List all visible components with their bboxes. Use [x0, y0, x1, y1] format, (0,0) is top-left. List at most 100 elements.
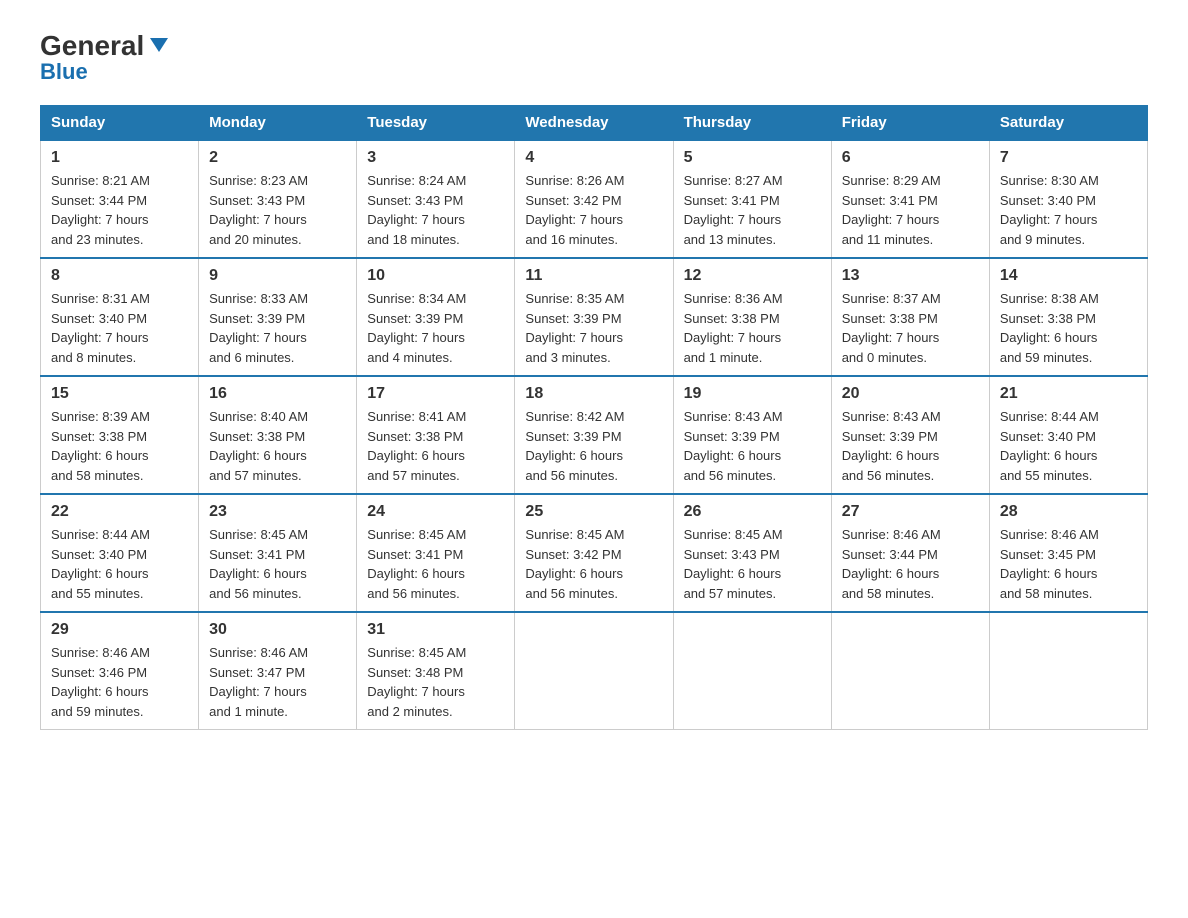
calendar-cell: 25 Sunrise: 8:45 AMSunset: 3:42 PMDayligh… [515, 494, 673, 612]
calendar-cell: 24 Sunrise: 8:45 AMSunset: 3:41 PMDayligh… [357, 494, 515, 612]
day-info: Sunrise: 8:46 AMSunset: 3:45 PMDaylight:… [1000, 525, 1137, 603]
day-info: Sunrise: 8:45 AMSunset: 3:48 PMDaylight:… [367, 643, 504, 721]
day-info: Sunrise: 8:38 AMSunset: 3:38 PMDaylight:… [1000, 289, 1137, 367]
day-number: 11 [525, 267, 662, 285]
logo-arrow-icon [148, 34, 170, 56]
day-number: 24 [367, 503, 504, 521]
col-header-monday: Monday [199, 106, 357, 141]
logo-general: General [40, 32, 144, 60]
calendar-cell: 17 Sunrise: 8:41 AMSunset: 3:38 PMDayligh… [357, 376, 515, 494]
day-info: Sunrise: 8:36 AMSunset: 3:38 PMDaylight:… [684, 289, 821, 367]
day-info: Sunrise: 8:45 AMSunset: 3:41 PMDaylight:… [367, 525, 504, 603]
calendar-week-row: 22 Sunrise: 8:44 AMSunset: 3:40 PMDayligh… [41, 494, 1148, 612]
day-number: 31 [367, 621, 504, 639]
calendar-cell: 11 Sunrise: 8:35 AMSunset: 3:39 PMDayligh… [515, 258, 673, 376]
day-info: Sunrise: 8:31 AMSunset: 3:40 PMDaylight:… [51, 289, 188, 367]
calendar-cell: 26Sunrise: 8:45 AMSunset: 3:43 PMDayligh… [673, 494, 831, 612]
day-info: Sunrise: 8:43 AMSunset: 3:39 PMDaylight:… [842, 407, 979, 485]
calendar-cell: 22 Sunrise: 8:44 AMSunset: 3:40 PMDayligh… [41, 494, 199, 612]
calendar-cell: 4 Sunrise: 8:26 AMSunset: 3:42 PMDaylight… [515, 140, 673, 258]
col-header-friday: Friday [831, 106, 989, 141]
calendar-cell [515, 612, 673, 730]
calendar-cell [831, 612, 989, 730]
day-info: Sunrise: 8:26 AMSunset: 3:42 PMDaylight:… [525, 171, 662, 249]
calendar-cell: 3 Sunrise: 8:24 AMSunset: 3:43 PMDaylight… [357, 140, 515, 258]
calendar-cell: 5 Sunrise: 8:27 AMSunset: 3:41 PMDaylight… [673, 140, 831, 258]
day-number: 27 [842, 503, 979, 521]
calendar-table: SundayMondayTuesdayWednesdayThursdayFrid… [40, 105, 1148, 730]
day-number: 26 [684, 503, 821, 521]
calendar-cell [989, 612, 1147, 730]
calendar-week-row: 15Sunrise: 8:39 AMSunset: 3:38 PMDayligh… [41, 376, 1148, 494]
day-number: 30 [209, 621, 346, 639]
calendar-week-row: 8Sunrise: 8:31 AMSunset: 3:40 PMDaylight… [41, 258, 1148, 376]
col-header-wednesday: Wednesday [515, 106, 673, 141]
day-info: Sunrise: 8:35 AMSunset: 3:39 PMDaylight:… [525, 289, 662, 367]
day-number: 10 [367, 267, 504, 285]
day-info: Sunrise: 8:30 AMSunset: 3:40 PMDaylight:… [1000, 171, 1137, 249]
day-number: 19 [684, 385, 821, 403]
calendar-cell: 28 Sunrise: 8:46 AMSunset: 3:45 PMDayligh… [989, 494, 1147, 612]
day-info: Sunrise: 8:34 AMSunset: 3:39 PMDaylight:… [367, 289, 504, 367]
day-number: 4 [525, 149, 662, 167]
col-header-thursday: Thursday [673, 106, 831, 141]
calendar-header-row: SundayMondayTuesdayWednesdayThursdayFrid… [41, 106, 1148, 141]
day-info: Sunrise: 8:24 AMSunset: 3:43 PMDaylight:… [367, 171, 504, 249]
logo-blue: Blue [40, 59, 88, 85]
day-number: 17 [367, 385, 504, 403]
day-info: Sunrise: 8:44 AMSunset: 3:40 PMDaylight:… [51, 525, 188, 603]
calendar-cell: 9Sunrise: 8:33 AMSunset: 3:39 PMDaylight… [199, 258, 357, 376]
day-number: 23 [209, 503, 346, 521]
day-info: Sunrise: 8:37 AMSunset: 3:38 PMDaylight:… [842, 289, 979, 367]
day-number: 2 [209, 149, 346, 167]
day-info: Sunrise: 8:29 AMSunset: 3:41 PMDaylight:… [842, 171, 979, 249]
day-number: 21 [1000, 385, 1137, 403]
calendar-cell: 19Sunrise: 8:43 AMSunset: 3:39 PMDayligh… [673, 376, 831, 494]
calendar-cell: 15Sunrise: 8:39 AMSunset: 3:38 PMDayligh… [41, 376, 199, 494]
day-number: 16 [209, 385, 346, 403]
day-number: 22 [51, 503, 188, 521]
calendar-cell: 30 Sunrise: 8:46 AMSunset: 3:47 PMDayligh… [199, 612, 357, 730]
day-number: 5 [684, 149, 821, 167]
calendar-cell [673, 612, 831, 730]
calendar-cell: 31 Sunrise: 8:45 AMSunset: 3:48 PMDayligh… [357, 612, 515, 730]
day-info: Sunrise: 8:23 AMSunset: 3:43 PMDaylight:… [209, 171, 346, 249]
col-header-sunday: Sunday [41, 106, 199, 141]
day-info: Sunrise: 8:45 AMSunset: 3:41 PMDaylight:… [209, 525, 346, 603]
calendar-cell: 21 Sunrise: 8:44 AMSunset: 3:40 PMDayligh… [989, 376, 1147, 494]
col-header-tuesday: Tuesday [357, 106, 515, 141]
calendar-cell: 16 Sunrise: 8:40 AMSunset: 3:38 PMDayligh… [199, 376, 357, 494]
day-info: Sunrise: 8:40 AMSunset: 3:38 PMDaylight:… [209, 407, 346, 485]
calendar-cell: 2 Sunrise: 8:23 AMSunset: 3:43 PMDaylight… [199, 140, 357, 258]
col-header-saturday: Saturday [989, 106, 1147, 141]
day-info: Sunrise: 8:44 AMSunset: 3:40 PMDaylight:… [1000, 407, 1137, 485]
day-number: 12 [684, 267, 821, 285]
day-number: 29 [51, 621, 188, 639]
day-number: 15 [51, 385, 188, 403]
day-info: Sunrise: 8:45 AMSunset: 3:42 PMDaylight:… [525, 525, 662, 603]
logo: General Blue [40, 30, 170, 85]
calendar-cell: 13Sunrise: 8:37 AMSunset: 3:38 PMDayligh… [831, 258, 989, 376]
page-header: General Blue [40, 30, 1148, 85]
day-info: Sunrise: 8:41 AMSunset: 3:38 PMDaylight:… [367, 407, 504, 485]
calendar-cell: 29Sunrise: 8:46 AMSunset: 3:46 PMDayligh… [41, 612, 199, 730]
day-number: 28 [1000, 503, 1137, 521]
day-info: Sunrise: 8:46 AMSunset: 3:47 PMDaylight:… [209, 643, 346, 721]
calendar-cell: 12 Sunrise: 8:36 AMSunset: 3:38 PMDayligh… [673, 258, 831, 376]
day-info: Sunrise: 8:27 AMSunset: 3:41 PMDaylight:… [684, 171, 821, 249]
calendar-cell: 6Sunrise: 8:29 AMSunset: 3:41 PMDaylight… [831, 140, 989, 258]
day-info: Sunrise: 8:42 AMSunset: 3:39 PMDaylight:… [525, 407, 662, 485]
day-number: 14 [1000, 267, 1137, 285]
day-info: Sunrise: 8:21 AMSunset: 3:44 PMDaylight:… [51, 171, 188, 249]
day-number: 25 [525, 503, 662, 521]
calendar-cell: 10 Sunrise: 8:34 AMSunset: 3:39 PMDayligh… [357, 258, 515, 376]
calendar-week-row: 29Sunrise: 8:46 AMSunset: 3:46 PMDayligh… [41, 612, 1148, 730]
calendar-cell: 23 Sunrise: 8:45 AMSunset: 3:41 PMDayligh… [199, 494, 357, 612]
calendar-week-row: 1 Sunrise: 8:21 AMSunset: 3:44 PMDaylight… [41, 140, 1148, 258]
calendar-cell: 14 Sunrise: 8:38 AMSunset: 3:38 PMDayligh… [989, 258, 1147, 376]
day-number: 3 [367, 149, 504, 167]
calendar-cell: 1 Sunrise: 8:21 AMSunset: 3:44 PMDaylight… [41, 140, 199, 258]
day-number: 7 [1000, 149, 1137, 167]
day-number: 1 [51, 149, 188, 167]
calendar-cell: 27Sunrise: 8:46 AMSunset: 3:44 PMDayligh… [831, 494, 989, 612]
